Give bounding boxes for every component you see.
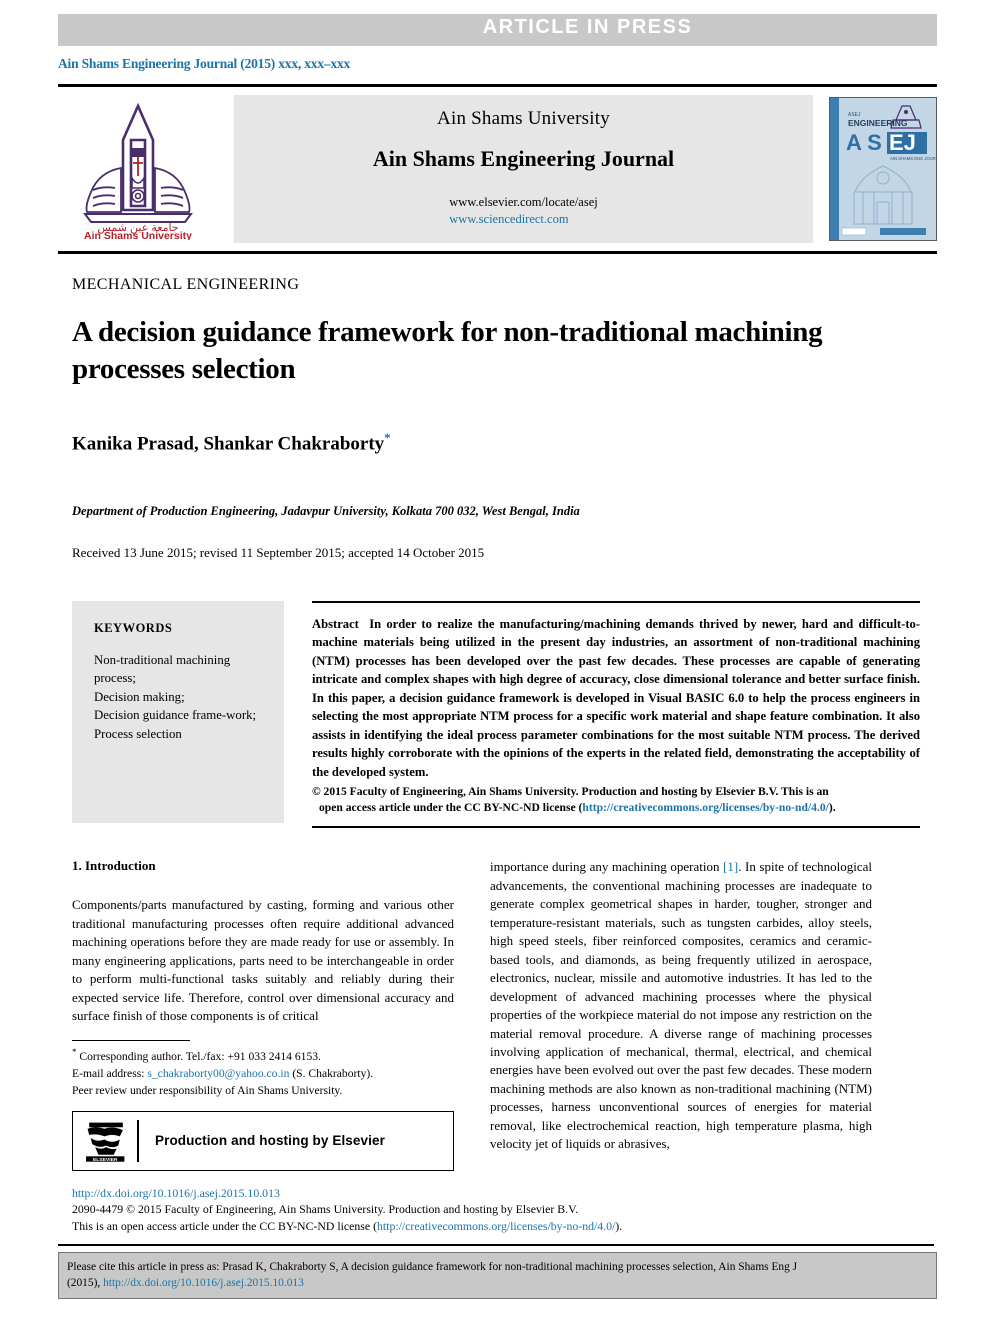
right-paragraph-post: . In spite of technological advancements… (490, 859, 872, 1152)
keywords-box: KEYWORDS Non-traditional machining proce… (72, 600, 284, 823)
banner-text: ARTICLE IN PRESS (482, 16, 693, 38)
elsevier-url[interactable]: www.elsevier.com/locate/asej (449, 194, 597, 211)
article-history: Received 13 June 2015; revised 11 Septem… (72, 544, 485, 560)
journal-cover-art-icon: ASEJ ENGINEERING A S EJ AIN SHAMS ENG JO… (830, 98, 945, 240)
journal-cover-thumbnail: ASEJ ENGINEERING A S EJ AIN SHAMS ENG JO… (829, 95, 945, 243)
keywords-list: Non-traditional machining process; Decis… (94, 651, 266, 744)
cite-line2: (2015), http://dx.doi.org/10.1016/j.asej… (67, 1275, 928, 1292)
elsevier-tree-logo-icon: ELSEVIER (86, 1122, 125, 1163)
abstract-rule-bottom (312, 826, 920, 829)
abstract-copyright: © 2015 Faculty of Engineering, Ain Shams… (312, 784, 920, 816)
header-rule-top (58, 84, 937, 87)
masthead-university-name: Ain Shams University (437, 108, 610, 130)
license-pre: This is an open access article under the… (72, 1218, 377, 1233)
introduction-paragraph-right: importance during any machining operatio… (490, 858, 872, 1153)
license-line: This is an open access article under the… (72, 1218, 920, 1234)
keywords-heading: KEYWORDS (94, 620, 173, 635)
author-list: Kanika Prasad, Shankar Chakraborty* (72, 430, 920, 455)
abstract-body: Abstract In order to realize the manufac… (312, 615, 920, 782)
affiliation: Department of Production Engineering, Ja… (72, 503, 580, 518)
journal-citation-line: Ain Shams Engineering Journal (2015) xxx… (58, 56, 351, 71)
title-block: MECHANICAL ENGINEERING A decision guidan… (72, 276, 920, 561)
abstract-rule-top (312, 600, 920, 603)
body-columns: 1. Introduction Components/parts manufac… (72, 858, 920, 1171)
abstract-copyright-line1: © 2015 Faculty of Engineering, Ain Shams… (312, 785, 829, 799)
section-heading-introduction: 1. Introduction (72, 858, 156, 874)
elsevier-divider (137, 1119, 139, 1162)
footnote-email: E-mail address: s_chakraborty00@yahoo.co… (72, 1065, 454, 1082)
abstract-section: KEYWORDS Non-traditional machining proce… (72, 600, 920, 829)
footnote-corresponding-text: Corresponding author. Tel./fax: +91 033 … (79, 1049, 321, 1063)
subject-section-label: MECHANICAL ENGINEERING (72, 276, 300, 293)
abstract-license-post: ). (828, 801, 836, 815)
abstract-label: Abstract (312, 616, 359, 631)
footnote-corresponding: * Corresponding author. Tel./fax: +91 03… (72, 1046, 454, 1065)
left-column: 1. Introduction Components/parts manufac… (72, 858, 454, 1171)
article-page: ARTICLE IN PRESS Ain Shams Engineering J… (0, 14, 992, 1337)
author-email-link[interactable]: s_chakraborty00@yahoo.co.in (147, 1067, 289, 1080)
author-names: Kanika Prasad, Shankar Chakraborty (72, 433, 385, 455)
footnote-rule (72, 1039, 190, 1041)
abstract-license-pre: open access article under the CC BY-NC-N… (319, 801, 583, 815)
ain-shams-university-logo-icon: جامعة عين شمس Ain Shams University (83, 102, 193, 240)
abstract-column: Abstract In order to realize the manufac… (312, 600, 920, 829)
keyword-item: Non-traditional machining process; (94, 652, 231, 686)
footnote-email-label: E-mail address: (72, 1066, 145, 1080)
cite-separator-rule (58, 1243, 934, 1246)
citation-link-1[interactable]: [1] (723, 859, 738, 874)
elsevier-hosting-text: Production and hosting by Elsevier (155, 1133, 385, 1149)
issn-copyright-line: 2090-4479 © 2015 Faculty of Engineering,… (72, 1202, 579, 1217)
masthead: جامعة عين شمس Ain Shams University Ain S… (58, 95, 945, 243)
footnote-peer-review: Peer review under responsibility of Ain … (72, 1083, 343, 1097)
masthead-center-panel: Ain Shams University Ain Shams Engineeri… (234, 95, 813, 243)
svg-text:AIN SHAMS ENG JOURNAL: AIN SHAMS ENG JOURNAL (890, 156, 936, 161)
footnote-email-suffix: (S. Chakraborty). (292, 1066, 374, 1080)
masthead-urls: www.elsevier.com/locate/asej www.science… (449, 194, 597, 228)
cover-image: ASEJ ENGINEERING A S EJ AIN SHAMS ENG JO… (829, 97, 945, 241)
abstract-copyright-line2: open access article under the CC BY-NC-N… (312, 800, 920, 816)
cc-license-link[interactable]: http://creativecommons.org/licenses/by-n… (582, 801, 828, 814)
keyword-item: Decision guidance frame-work; (94, 708, 257, 723)
cc-license-link-footer[interactable]: http://creativecommons.org/licenses/by-n… (377, 1219, 615, 1233)
keyword-item: Decision making; (94, 689, 185, 704)
masthead-journal-title: Ain Shams Engineering Journal (372, 146, 675, 172)
keyword-item: Process selection (94, 726, 182, 741)
cite-year-prefix: (2015), (67, 1277, 104, 1290)
legal-block: http://dx.doi.org/10.1016/j.asej.2015.10… (72, 1185, 920, 1234)
cite-line1: Please cite this article in press as: Pr… (67, 1260, 798, 1273)
svg-text:ELSEVIER: ELSEVIER (93, 1157, 118, 1163)
introduction-paragraph-left: Components/parts manufactured by casting… (72, 897, 454, 1024)
footnote-block: * Corresponding author. Tel./fax: +91 03… (72, 1046, 454, 1099)
article-in-press-banner: ARTICLE IN PRESS (58, 14, 937, 52)
university-logo: جامعة عين شمس Ain Shams University (58, 95, 218, 243)
page-title: A decision guidance framework for non-tr… (72, 316, 823, 386)
sciencedirect-url[interactable]: www.sciencedirect.com (449, 211, 597, 228)
right-paragraph-pre: importance during any machining operatio… (490, 859, 724, 875)
svg-text:A S: A S (846, 130, 882, 155)
cite-doi-link[interactable]: http://dx.doi.org/10.1016/j.asej.2015.10… (103, 1277, 304, 1289)
doi-link[interactable]: http://dx.doi.org/10.1016/j.asej.2015.10… (72, 1185, 920, 1201)
license-post: ). (615, 1218, 623, 1233)
right-column: importance during any machining operatio… (490, 858, 872, 1171)
please-cite-box: Please cite this article in press as: Pr… (58, 1251, 937, 1299)
logo-caption-en: Ain Shams University (84, 230, 192, 240)
svg-text:EJ: EJ (889, 130, 916, 155)
elsevier-hosting-box: ELSEVIER Production and hosting by Elsev… (72, 1110, 454, 1171)
abstract-text: In order to realize the manufacturing/ma… (312, 616, 921, 779)
footnote-asterisk-icon: * (72, 1046, 77, 1057)
header-rule-bottom (58, 251, 937, 254)
corresponding-author-marker[interactable]: * (384, 430, 391, 445)
